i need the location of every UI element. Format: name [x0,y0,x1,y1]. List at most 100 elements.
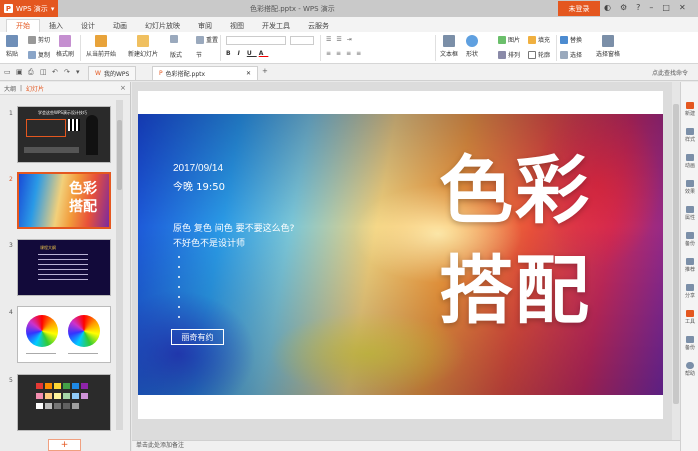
slide-date[interactable]: 2017/09/14 [173,163,223,174]
layout-button[interactable] [170,35,178,43]
bullet-list-icon[interactable]: ☰ [326,36,334,43]
slide-thumbnail-5[interactable] [17,374,111,431]
login-button[interactable]: 未登录 [558,1,600,16]
skin-icon[interactable]: ◐ [604,3,611,12]
indent-icon[interactable]: ⇥ [347,36,355,43]
list-buttons[interactable]: ☰ ☰ ⇥ [326,36,355,43]
tab-document[interactable]: P 色彩搭配.pptx ✕ [152,66,258,80]
align-buttons[interactable]: ≡ ≡ ≡ ≡ [326,50,364,57]
font-color-icon[interactable]: A [259,50,269,57]
print-icon[interactable]: ⎙ [28,68,34,77]
outline-button[interactable]: 轮廓 [528,50,550,59]
slide-time[interactable]: 今晚 19:50 [173,178,225,193]
slide-subtitle-line1[interactable]: 原色 复色 间色 要不要这么色? [173,221,294,234]
fill-button[interactable]: 填充 [528,35,550,44]
align-right-icon[interactable]: ≡ [346,50,354,57]
tab-insert[interactable]: 插入 [40,19,72,32]
text-box-button[interactable]: 文本框 [440,35,458,58]
tab-my-wps[interactable]: W 我的WPS [88,66,137,80]
app-menu-button[interactable]: P WPS 演示 ▾ [0,0,59,17]
command-search[interactable]: 点此查找命令 [652,68,688,77]
animation-icon [686,154,694,161]
panel-label: 帮助 [684,371,695,377]
slide-thumbnail-4[interactable] [17,306,111,363]
justify-icon[interactable]: ≡ [356,50,364,57]
tab-home[interactable]: 开始 [6,19,40,32]
style-icon [686,128,694,135]
number-list-icon[interactable]: ☰ [336,36,344,43]
font-style-buttons[interactable]: BIUA [226,50,268,57]
help-icon[interactable]: ? [636,3,640,12]
cut-button[interactable]: 剪切 [28,35,50,44]
select-pane-button[interactable]: 选择窗格 [596,35,620,58]
layout-dropdown[interactable]: 版式 [170,50,182,59]
from-current-button[interactable]: 从当前开始 [86,35,116,58]
scroll-thumb[interactable] [673,104,679,404]
close-tab-icon[interactable]: ✕ [246,70,251,77]
bold-icon[interactable]: B [226,50,236,57]
panel-tools[interactable]: 工具 [681,310,698,325]
replace-button[interactable]: 替换 [560,35,582,44]
align-left-icon[interactable]: ≡ [326,50,334,57]
font-name-select[interactable] [226,36,286,45]
canvas-scrollbar[interactable] [672,82,680,440]
notes-field[interactable]: 单击此处添加备注 [132,440,680,451]
shapes-button[interactable]: 形状 [466,35,478,58]
panel-help[interactable]: 帮助 [681,362,698,377]
panel-share[interactable]: 分享 [681,284,698,299]
slide-thumbnail-2[interactable]: 色彩搭配 [17,172,111,229]
scroll-thumb[interactable] [117,120,122,190]
panel-style[interactable]: 样式 [681,128,698,143]
italic-icon[interactable]: I [238,50,245,57]
undo-icon[interactable]: ↶ [52,68,58,76]
format-painter-button[interactable]: 格式刷 [56,35,74,58]
tab-slideshow[interactable]: 幻灯片放映 [136,19,189,32]
panel-backup[interactable]: 备份 [681,232,698,247]
settings-icon[interactable]: ⚙ [620,3,627,12]
section-button[interactable]: 节 [196,50,202,59]
slide-subtitle-line2[interactable]: 不好色不是设计师 [173,236,245,249]
tab-slides[interactable]: 幻灯片 [26,84,44,93]
close-panel-icon[interactable]: × [120,84,126,92]
swatch [45,403,52,409]
arrange-button[interactable]: 排列 [498,50,520,59]
panel-property[interactable]: 属性 [681,206,698,221]
underline-icon[interactable]: U [247,50,257,57]
copy-button[interactable]: 复制 [28,50,50,59]
tab-developer[interactable]: 开发工具 [253,19,299,32]
align-center-icon[interactable]: ≡ [336,50,344,57]
panel-scrollbar[interactable] [116,100,123,430]
tab-outline[interactable]: 大纲 [4,84,16,93]
reset-button[interactable]: 重置 [196,35,218,44]
new-tab-button[interactable]: + [262,67,268,75]
more-icon[interactable]: ▾ [76,68,80,76]
select-button[interactable]: 选择 [560,50,582,59]
minimize-icon[interactable]: – [649,3,653,12]
picture-button[interactable]: 图片 [498,35,520,44]
tab-design[interactable]: 设计 [72,19,104,32]
preview-icon[interactable]: ◫ [40,68,47,76]
slide-thumbnail-3[interactable]: 课程大纲 [17,239,111,296]
close-icon[interactable]: ✕ [679,3,686,12]
paste-button[interactable]: 粘贴 [6,35,18,58]
slide-thumbnail-1[interactable]: 学会这些WPS演示设计技巧 [17,106,111,163]
tab-review[interactable]: 审阅 [189,19,221,32]
folder-icon[interactable]: ▭ [4,68,11,76]
new-slide-button[interactable]: 新建幻灯片 [128,35,158,58]
maximize-icon[interactable]: □ [662,3,670,12]
slide-title[interactable]: 色彩 搭配 [410,141,620,341]
panel-animation[interactable]: 动画 [681,154,698,169]
save-icon[interactable]: ▣ [16,68,23,76]
tab-cloud[interactable]: 云服务 [299,19,338,32]
panel-effect[interactable]: 效果 [681,180,698,195]
add-slide-button[interactable]: + [48,439,81,451]
slide-tag-box[interactable]: 丽奇有约 [171,329,224,345]
panel-new[interactable]: 新建 [681,102,698,117]
slide-canvas[interactable]: 2017/09/14 今晚 19:50 原色 复色 间色 要不要这么色? 不好色… [138,91,663,419]
tab-animation[interactable]: 动画 [104,19,136,32]
panel-recommend[interactable]: 推荐 [681,258,698,273]
panel-backup-2[interactable]: 备份 [681,336,698,351]
redo-icon[interactable]: ↷ [64,68,70,76]
tab-view[interactable]: 视图 [221,19,253,32]
font-size-select[interactable] [290,36,314,45]
